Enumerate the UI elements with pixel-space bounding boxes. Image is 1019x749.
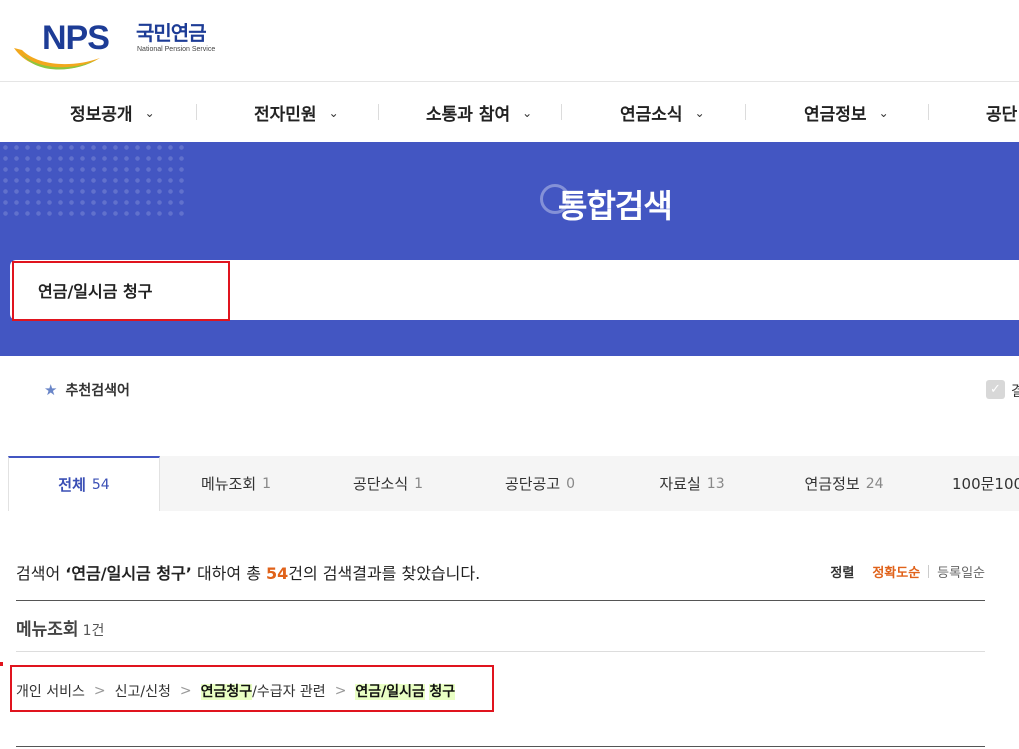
summary-mid: 대하여 총 bbox=[191, 564, 267, 583]
summary-suffix: 건의 검색결과를 찾았습니다. bbox=[288, 564, 481, 583]
gnb-divider bbox=[378, 104, 379, 120]
tab-count: 1 bbox=[414, 475, 424, 492]
keyword-highlight: 청구 bbox=[429, 684, 456, 700]
result-option-checkbox[interactable]: ✓ bbox=[986, 380, 1005, 399]
result-option-label: 결 bbox=[1011, 384, 1019, 400]
star-icon: ★ bbox=[44, 381, 58, 399]
breadcrumb-separator: > bbox=[93, 683, 106, 699]
gnb-item-corporation[interactable]: 공단 bbox=[986, 83, 1017, 142]
section-count: 1건 bbox=[82, 623, 105, 639]
tab-label: 자료실 bbox=[659, 475, 701, 493]
gnb-item-label: 연금소식 bbox=[620, 105, 683, 125]
tab-count: 1 bbox=[262, 475, 272, 492]
tab-label: 100문100 bbox=[952, 475, 1019, 493]
gnb-divider bbox=[745, 104, 746, 120]
tab-corp-notice[interactable]: 공단공고 0 bbox=[464, 456, 616, 511]
tab-all[interactable]: 전체 54 bbox=[8, 456, 160, 511]
tab-100qa[interactable]: 100문100 bbox=[920, 456, 1019, 511]
gnb-item-label: 연금정보 bbox=[804, 105, 867, 125]
tab-label: 전체 bbox=[58, 476, 86, 494]
keyword-highlight: 연금청구 bbox=[200, 684, 253, 700]
tab-pension-info[interactable]: 연금정보 24 bbox=[768, 456, 920, 511]
gnb-item-label: 전자민원 bbox=[254, 105, 317, 125]
breadcrumb-separator: > bbox=[334, 683, 347, 699]
tab-library[interactable]: 자료실 13 bbox=[616, 456, 768, 511]
gnb-divider bbox=[561, 104, 562, 120]
keyword-highlight: 연금/일시금 bbox=[355, 684, 425, 700]
chevron-down-icon: ⌄ bbox=[144, 105, 155, 120]
tab-corp-news[interactable]: 공단소식 1 bbox=[312, 456, 464, 511]
sort-divider bbox=[928, 565, 930, 578]
page-title: 통합검색 bbox=[558, 187, 673, 225]
annotation-mark bbox=[0, 662, 3, 666]
global-nav: 정보공개 ⌄ 전자민원 ⌄ 소통과 참여 ⌄ 연금소식 ⌄ 연금정보 ⌄ 공단 bbox=[0, 83, 1019, 142]
gnb-item-label: 공단 bbox=[986, 105, 1018, 125]
search-input[interactable] bbox=[10, 260, 990, 320]
tab-count: 54 bbox=[91, 476, 110, 493]
banner-title: 통합검색 bbox=[540, 182, 673, 226]
summary-prefix: 검색어 bbox=[16, 564, 66, 583]
logo-mark: NPS bbox=[42, 19, 110, 57]
chevron-down-icon: ⌄ bbox=[694, 105, 705, 120]
logo-name-en: National Pension Service bbox=[137, 46, 216, 53]
breadcrumb-item: 개인 서비스 bbox=[16, 684, 85, 700]
tab-count: 0 bbox=[566, 475, 576, 492]
tab-count: 13 bbox=[706, 475, 725, 492]
divider bbox=[16, 746, 985, 747]
sort-accuracy-link[interactable]: 정확도순 bbox=[872, 562, 920, 581]
breadcrumb-item: 신고/신청 bbox=[114, 684, 171, 700]
search-box bbox=[10, 260, 1019, 320]
tab-label: 연금정보 bbox=[804, 475, 860, 493]
tab-label: 공단공고 bbox=[504, 475, 561, 493]
breadcrumb-separator: > bbox=[179, 683, 192, 699]
gnb-item-label: 소통과 참여 bbox=[426, 105, 511, 125]
summary-count: 54 bbox=[266, 564, 289, 583]
tab-menu[interactable]: 메뉴조회 1 bbox=[160, 456, 312, 511]
nps-logo[interactable]: NPS 국민연금 National Pension Service bbox=[10, 18, 230, 74]
breadcrumb-item-rest: /수급자 관련 bbox=[252, 684, 326, 700]
chevron-down-icon: ⌄ bbox=[328, 105, 339, 120]
chevron-down-icon: ⌄ bbox=[878, 105, 889, 120]
sort-options: 정렬 정확도순 등록일순 bbox=[830, 562, 985, 581]
gnb-item-communication[interactable]: 소통과 참여 ⌄ bbox=[426, 83, 532, 142]
gnb-item-info-disclosure[interactable]: 정보공개 ⌄ bbox=[70, 83, 155, 142]
search-banner: 통합검색 bbox=[0, 142, 1019, 356]
sort-date-link[interactable]: 등록일순 bbox=[937, 562, 985, 581]
tab-label: 공단소식 bbox=[352, 475, 409, 493]
gnb-item-label: 정보공개 bbox=[70, 105, 133, 125]
tab-label: 메뉴조회 bbox=[200, 475, 257, 493]
dot-pattern bbox=[0, 142, 185, 222]
sort-label: 정렬 bbox=[830, 566, 855, 581]
tab-count: 24 bbox=[865, 475, 884, 492]
result-tabs: 전체 54 메뉴조회 1 공단소식 1 공단공고 0 자료실 13 연금정보 24 100문… bbox=[8, 456, 1019, 511]
recommended-keywords[interactable]: ★ 추천검색어 bbox=[44, 380, 130, 400]
gnb-divider bbox=[196, 104, 197, 120]
gnb-item-pension-info[interactable]: 연금정보 ⌄ bbox=[804, 83, 889, 142]
gnb-item-e-civil[interactable]: 전자민원 ⌄ bbox=[254, 83, 339, 142]
site-header: NPS 국민연금 National Pension Service bbox=[0, 0, 1019, 82]
result-summary: 검색어 ‘연금/일시금 청구’ 대하여 총 54건의 검색결과를 찾았습니다. bbox=[16, 560, 480, 584]
breadcrumb-item: 연금청구/수급자 관련 bbox=[200, 681, 326, 701]
gnb-item-pension-news[interactable]: 연금소식 ⌄ bbox=[620, 83, 705, 142]
breadcrumb-item: 연금/일시금 청구 bbox=[355, 681, 456, 701]
gnb-divider bbox=[928, 104, 929, 120]
summary-keyword: ‘연금/일시금 청구’ bbox=[65, 564, 192, 583]
section-title-label: 메뉴조회 bbox=[16, 620, 79, 640]
logo-name-ko: 국민연금 bbox=[136, 21, 207, 45]
recommended-keywords-label: 추천검색어 bbox=[65, 383, 130, 399]
section-title: 메뉴조회 1건 bbox=[16, 615, 104, 640]
result-breadcrumb-link[interactable]: 개인 서비스 > 신고/신청 > 연금청구/수급자 관련 > 연금/일시금 청구 bbox=[16, 681, 456, 701]
divider bbox=[16, 600, 985, 601]
divider bbox=[16, 651, 985, 652]
chevron-down-icon: ⌄ bbox=[522, 105, 533, 120]
